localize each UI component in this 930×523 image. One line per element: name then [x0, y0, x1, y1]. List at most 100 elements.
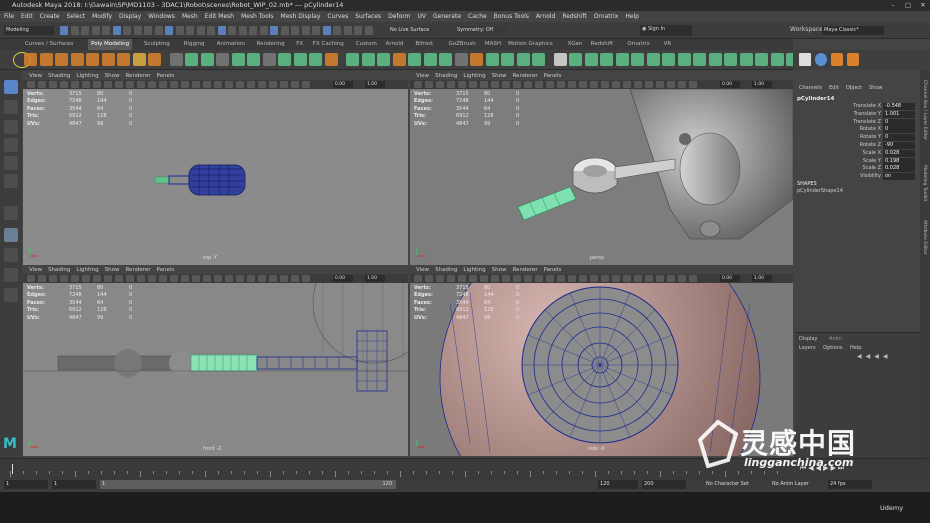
layers-menu[interactable]: Layers — [799, 345, 816, 351]
viewport-tool-icon[interactable] — [425, 275, 433, 282]
viewport-tool-icon[interactable] — [258, 275, 266, 282]
viewport-value-field[interactable]: 1.00 — [752, 81, 772, 88]
shelf-tool-icon[interactable] — [132, 53, 146, 66]
channel-menu-channels[interactable]: Channels — [799, 85, 822, 91]
viewport-menu-view[interactable]: View — [416, 267, 429, 273]
attribute-row[interactable]: Scale X 0.028 — [795, 149, 917, 158]
viewport-menu-shading[interactable]: Shading — [435, 73, 457, 79]
shelf-tool-icon[interactable] — [646, 53, 660, 66]
shelf-tool-icon[interactable] — [770, 53, 784, 66]
viewport-value-field[interactable]: 1.00 — [365, 275, 385, 282]
viewport-tool-icon[interactable] — [93, 81, 101, 88]
status-tool-icon[interactable] — [249, 26, 257, 35]
viewport-tool-icon[interactable] — [546, 275, 554, 282]
shelf-tab-rigging[interactable]: Rigging — [181, 39, 208, 50]
status-tool-icon[interactable] — [312, 26, 320, 35]
viewport-tool-icon[interactable] — [623, 275, 631, 282]
viewport-tool-icon[interactable] — [579, 275, 587, 282]
viewport-tool-icon[interactable] — [170, 81, 178, 88]
live-surface-field[interactable]: No Live Surface — [388, 26, 438, 35]
shelf-tool-icon[interactable] — [324, 53, 338, 66]
viewport-tool-icon[interactable] — [590, 275, 598, 282]
viewport-menu-show[interactable]: Show — [492, 267, 507, 273]
viewport-tool-icon[interactable] — [634, 275, 642, 282]
viewport-tool-icon[interactable] — [524, 81, 532, 88]
shelf-tab-redshift[interactable]: Redshift — [588, 39, 616, 50]
viewport-tool-icon[interactable] — [82, 275, 90, 282]
menu-mesh[interactable]: Mesh — [182, 13, 198, 20]
viewport-menu-renderer[interactable]: Renderer — [125, 267, 150, 273]
viewport-tool-icon[interactable] — [469, 275, 477, 282]
viewport-menu-panels[interactable]: Panels — [544, 73, 562, 79]
status-tool-icon[interactable] — [207, 26, 215, 35]
rotate-tool-icon[interactable] — [4, 156, 18, 170]
viewport-tool-icon[interactable] — [291, 275, 299, 282]
viewport-menu-panels[interactable]: Panels — [157, 267, 175, 273]
shelf-tool-icon[interactable] — [361, 53, 375, 66]
scale-tool-icon[interactable] — [4, 174, 18, 188]
viewport-tool-icon[interactable] — [678, 275, 686, 282]
attribute-row[interactable]: Rotate Y0 — [795, 134, 917, 142]
viewport-tool-icon[interactable] — [38, 275, 46, 282]
status-tool-icon[interactable] — [354, 26, 362, 35]
status-tool-icon[interactable] — [60, 26, 68, 35]
viewport-tool-icon[interactable] — [148, 275, 156, 282]
viewport-tool-icon[interactable] — [38, 81, 46, 88]
status-tool-icon[interactable] — [238, 26, 247, 35]
viewport-tool-icon[interactable] — [170, 275, 178, 282]
shelf-tab-bifrost[interactable]: Bifrost — [412, 39, 436, 50]
shelf-tool-icon[interactable] — [148, 53, 161, 66]
shelf-tool-icon[interactable] — [392, 53, 406, 66]
viewport-tool-icon[interactable] — [645, 275, 653, 282]
viewport-tool-icon[interactable] — [126, 81, 134, 88]
four-pane-icon[interactable] — [4, 228, 18, 242]
status-tool-icon[interactable] — [186, 26, 194, 35]
viewport-tool-icon[interactable] — [535, 275, 543, 282]
status-tool-icon[interactable] — [144, 26, 152, 35]
shelf-tool-icon[interactable] — [262, 53, 276, 66]
attribute-row[interactable]: Translate X -0.548 — [795, 103, 917, 111]
status-tool-icon[interactable] — [154, 26, 163, 35]
shelf-tool-icon[interactable] — [569, 53, 582, 66]
lasso-tool-icon[interactable] — [4, 100, 18, 114]
shelf-tab-gozbrush[interactable]: GoZBrush — [446, 39, 479, 50]
status-tool-icon[interactable] — [364, 26, 373, 35]
shelf-tool-icon[interactable] — [247, 53, 260, 66]
viewport-value-field[interactable]: 1.00 — [752, 275, 772, 282]
status-tool-icon[interactable] — [133, 26, 142, 35]
symmetry-dropdown[interactable]: Symmetry: Off — [455, 26, 507, 35]
attribute-value-field[interactable]: 0.028 — [883, 165, 915, 173]
status-tool-icon[interactable] — [91, 26, 100, 35]
viewport-tool-icon[interactable] — [247, 81, 255, 88]
viewport-tool-icon[interactable] — [269, 275, 277, 282]
shelf-tool-icon[interactable] — [55, 53, 68, 66]
viewport-tool-icon[interactable] — [27, 275, 35, 282]
viewport-tool-icon[interactable] — [480, 275, 488, 282]
shelf-tool-icon[interactable] — [739, 53, 753, 66]
viewport-tool-icon[interactable] — [480, 81, 488, 88]
viewport-menu-shading[interactable]: Shading — [435, 267, 457, 273]
status-tool-icon[interactable] — [322, 26, 331, 35]
shelf-tab-arnold[interactable]: Arnold — [383, 39, 407, 50]
menu-display[interactable]: Display — [119, 13, 141, 20]
status-tool-icon[interactable] — [81, 26, 89, 35]
shelf-tool-icon[interactable] — [677, 53, 691, 66]
shelf-tool-icon[interactable] — [553, 53, 567, 66]
attribute-row[interactable]: Rotate Z -90 — [795, 142, 917, 150]
viewport-menu-lighting[interactable]: Lighting — [76, 73, 98, 79]
viewport-tool-icon[interactable] — [414, 81, 422, 88]
help-menu[interactable]: Help — [850, 345, 861, 351]
mode-dropdown[interactable]: Modeling — [4, 26, 54, 35]
shelf-tool-icon[interactable] — [185, 53, 198, 66]
sign-in-button[interactable]: ● Sign In — [640, 25, 692, 36]
viewport-menu-view[interactable]: View — [416, 73, 429, 79]
viewport-tool-icon[interactable] — [115, 81, 123, 88]
viewport-menu-panels[interactable]: Panels — [544, 267, 562, 273]
viewport-tool-icon[interactable] — [425, 81, 433, 88]
character-set-dropdown[interactable]: No Character Set — [704, 480, 760, 489]
shelf-tab-poly-modeling[interactable]: Poly Modeling — [88, 39, 133, 50]
attribute-icon[interactable] — [815, 53, 827, 66]
close-button[interactable]: ✕ — [916, 0, 930, 11]
persp-outliner-icon[interactable] — [4, 268, 18, 282]
shelf-tab-rendering[interactable]: Rendering — [254, 39, 288, 50]
